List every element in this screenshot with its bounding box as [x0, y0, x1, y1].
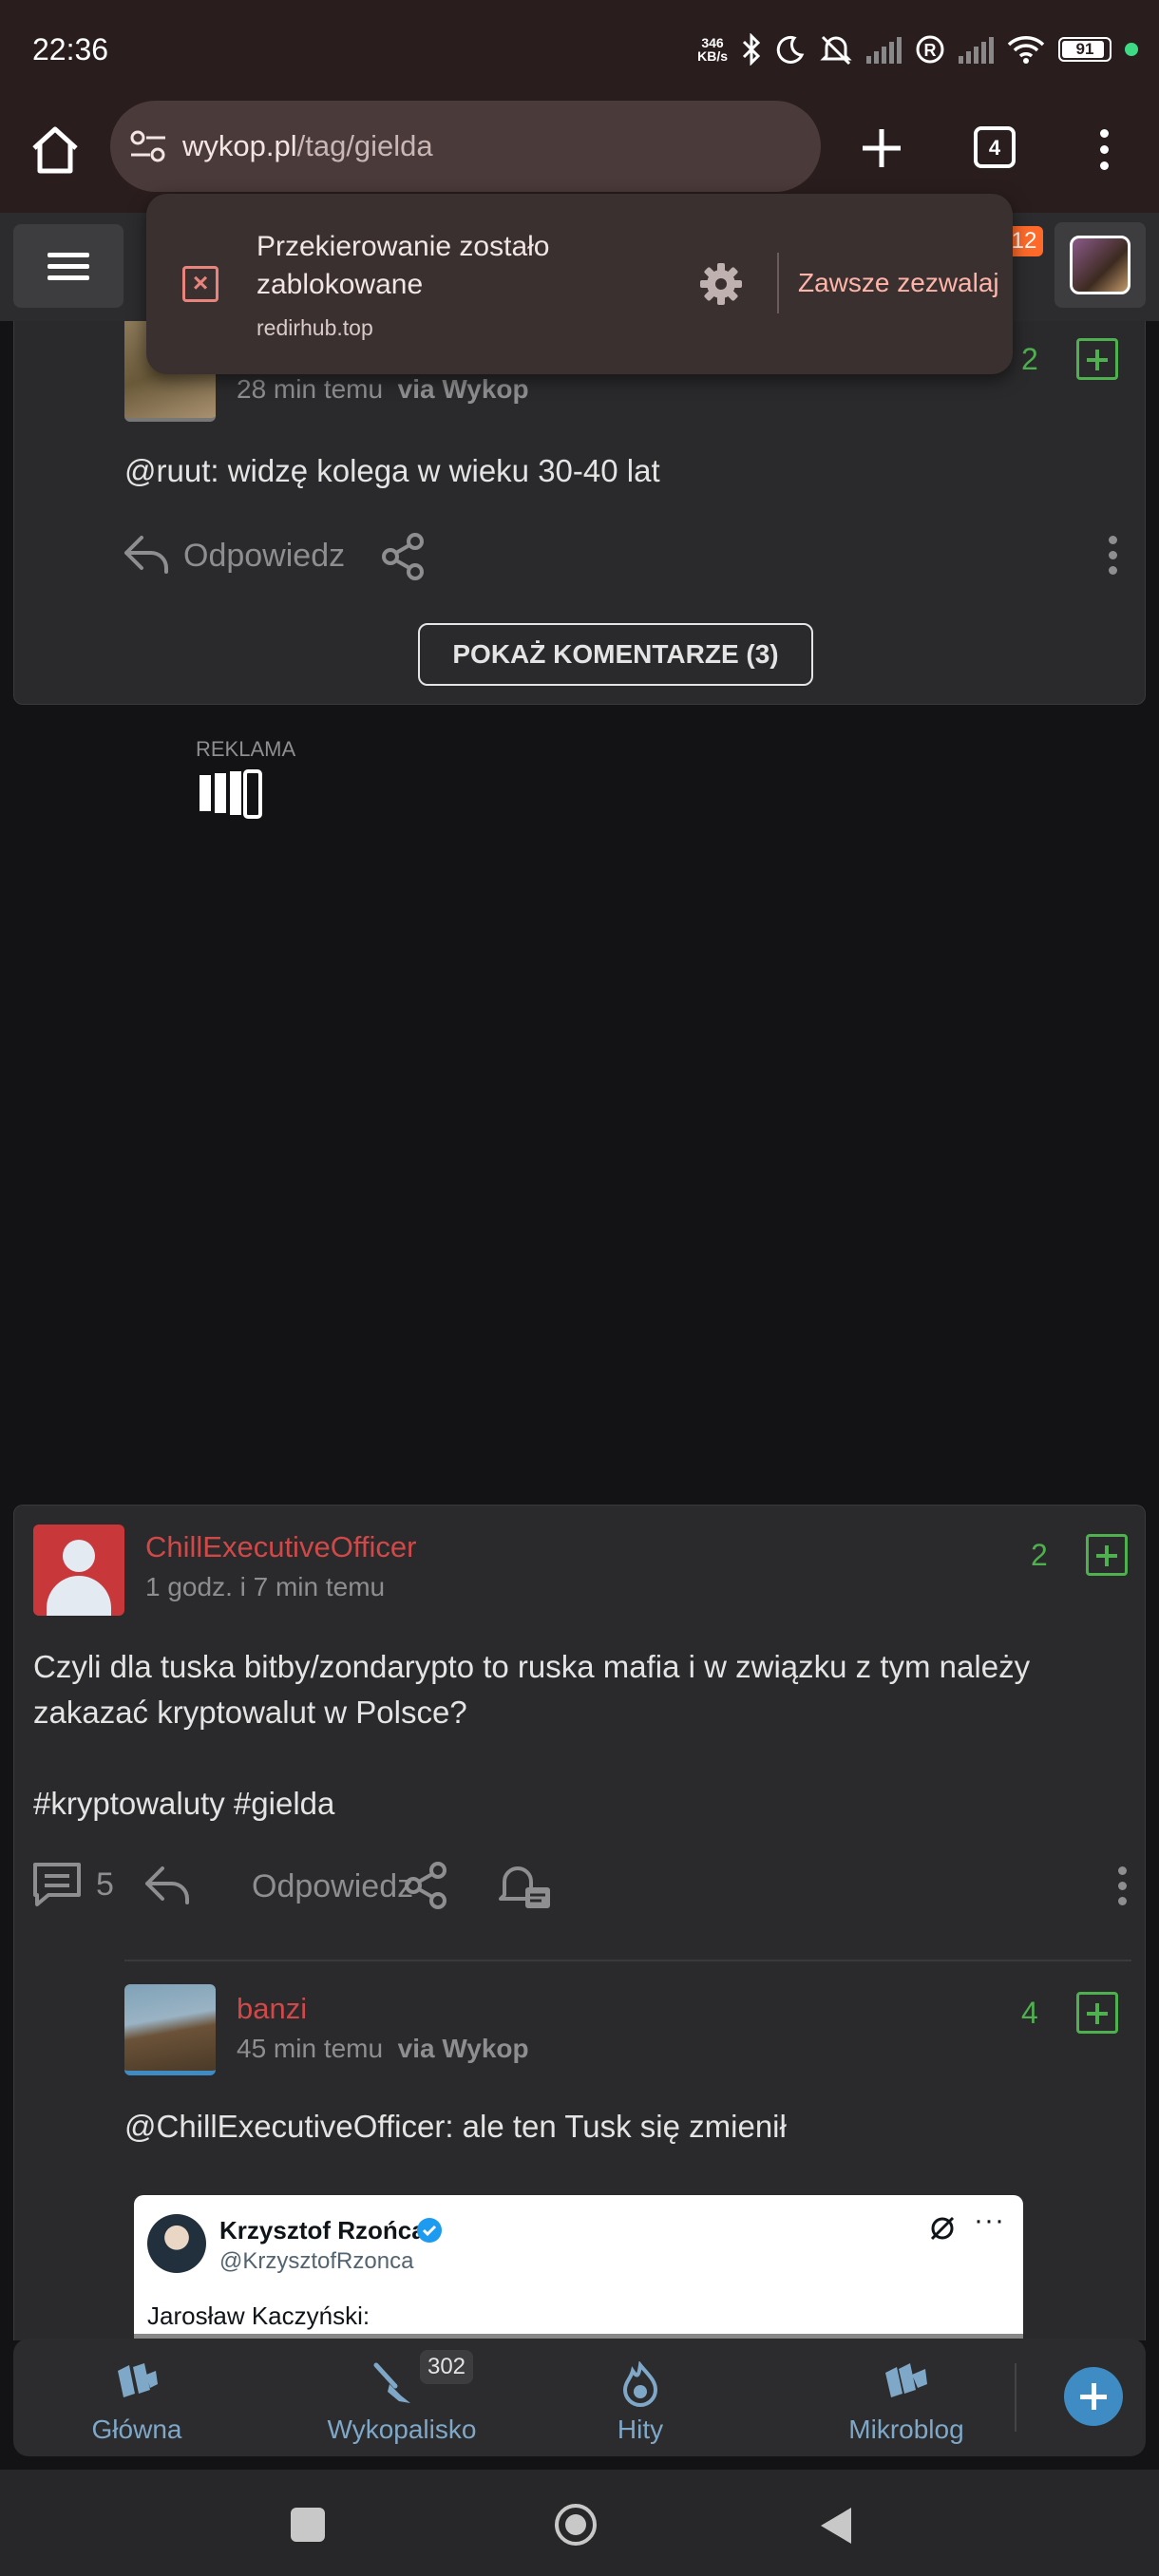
- system-navigation-bar: [0, 2470, 1159, 2576]
- roaming-icon: R: [916, 35, 944, 64]
- vote-count: 4: [1021, 1996, 1038, 2030]
- comments-icon[interactable]: [31, 1861, 83, 1908]
- signal-1-icon: [866, 35, 902, 64]
- shovel-icon: [373, 2362, 410, 2403]
- back-icon[interactable]: [819, 2506, 853, 2546]
- post-time: 1 godz. i 7 min temu: [145, 1572, 386, 1601]
- comment-time: 45 min temu via Wykop: [237, 2034, 529, 2063]
- more-options-icon[interactable]: [1109, 536, 1118, 578]
- share-icon[interactable]: [379, 532, 428, 581]
- home-wykop-icon: [118, 2363, 158, 2397]
- privacy-indicator-dot: [1125, 43, 1138, 56]
- status-icons: 346 KB/s R 91: [697, 28, 1138, 70]
- comment-text: @ChillExecutiveOfficer: ale ten Tusk się…: [124, 2109, 787, 2144]
- upvote-button[interactable]: [1086, 1534, 1128, 1576]
- vote-count: 2: [1021, 342, 1038, 376]
- nav-separator: [1015, 2363, 1016, 2432]
- comment-divider: [124, 1960, 1131, 1961]
- network-speed: 346 KB/s: [697, 35, 728, 64]
- vote-count: 2: [1031, 1538, 1048, 1572]
- grok-icon: [930, 2216, 955, 2241]
- mikroblog-icon: [885, 2363, 927, 2397]
- show-comments-button[interactable]: POKAŻ KOMENTARZE (3): [418, 623, 813, 686]
- embedded-image[interactable]: Krzysztof Rzońca @KrzysztofRzonca ··· Ja…: [134, 2195, 1023, 2340]
- reply-button[interactable]: Odpowiedz: [183, 538, 345, 575]
- status-bar: 22:36 346 KB/s R 91: [0, 0, 1159, 99]
- clock: 22:36: [32, 32, 109, 66]
- post-text: Czyli dla tuska bitby/zondarypto to rusk…: [33, 1649, 1031, 1730]
- upvote-button[interactable]: [1076, 338, 1118, 380]
- author-avatar[interactable]: [33, 1525, 124, 1616]
- redirect-blocked-popup: × Przekierowanie zostało zablokowane red…: [146, 194, 1013, 374]
- wifi-icon: [1007, 36, 1045, 64]
- blocked-redirect-icon: ×: [182, 266, 218, 302]
- tab-switcher-button[interactable]: 4: [974, 126, 1016, 168]
- ad-label: REKLAMA: [196, 737, 296, 761]
- wykopalisko-count-badge: 302: [420, 2350, 473, 2384]
- embed-avatar: [147, 2214, 206, 2273]
- home-icon[interactable]: [27, 122, 84, 179]
- popup-divider: [777, 253, 779, 313]
- popup-title: Przekierowanie zostało zablokowane: [256, 231, 550, 300]
- post-tags[interactable]: #kryptowaluty #gielda: [33, 1781, 334, 1827]
- upvote-button[interactable]: [1076, 1992, 1118, 2034]
- user-avatar-button[interactable]: [1054, 222, 1146, 308]
- mention-link[interactable]: @ChillExecutiveOfficer: [124, 2109, 445, 2144]
- embed-more-icon: ···: [974, 2205, 1005, 2236]
- mute-bell-icon: [820, 35, 852, 66]
- svg-text:R: R: [924, 41, 937, 60]
- site-settings-icon[interactable]: [129, 129, 167, 163]
- comment-author[interactable]: banzi: [237, 1992, 307, 2026]
- home-system-button[interactable]: [555, 2504, 597, 2546]
- mention-link[interactable]: @ruut: [124, 453, 210, 488]
- popup-domain: redirhub.top: [256, 315, 373, 340]
- new-tab-icon[interactable]: [855, 122, 908, 175]
- observe-bell-icon[interactable]: [497, 1859, 554, 1912]
- gear-icon[interactable]: [697, 260, 745, 308]
- embed-handle: @KrzysztofRzonca: [219, 2248, 414, 2274]
- nav-main[interactable]: Główna: [42, 2339, 232, 2456]
- nav-hits[interactable]: Hity: [574, 2339, 707, 2456]
- overflow-menu-icon[interactable]: [1092, 125, 1115, 173]
- moon-icon: [776, 35, 805, 64]
- reply-icon[interactable]: [143, 1863, 191, 1906]
- avatar: [1070, 236, 1130, 294]
- share-icon[interactable]: [402, 1861, 451, 1910]
- battery-icon: 91: [1058, 37, 1112, 62]
- comment-count[interactable]: 5: [96, 1866, 114, 1904]
- signal-2-icon: [959, 35, 994, 64]
- post-card: ChillExecutiveOfficer 1 godz. i 7 min te…: [13, 1505, 1146, 2340]
- flame-icon: [622, 2361, 658, 2407]
- nav-wykopalisko[interactable]: Wykopalisko: [293, 2339, 511, 2456]
- ad-logo-icon[interactable]: [198, 767, 270, 819]
- always-allow-button[interactable]: Zawsze zezwalaj: [798, 268, 999, 298]
- reply-button[interactable]: Odpowiedz: [252, 1868, 413, 1905]
- address-bar[interactable]: wykop.pl/tag/gielda: [110, 101, 821, 192]
- comment-time: 28 min temu via Wykop: [237, 374, 529, 404]
- more-options-icon[interactable]: [1118, 1866, 1128, 1908]
- menu-button[interactable]: [13, 224, 124, 308]
- comment-avatar[interactable]: [124, 1984, 216, 2075]
- bluetooth-icon: [742, 33, 761, 66]
- embed-text: Jarosław Kaczyński:: [147, 2301, 370, 2330]
- comment-text: @ruut: widzę kolega w wieku 30-40 lat: [124, 453, 660, 488]
- bottom-navigation: Główna Wykopalisko 302 Hity Mikroblog: [13, 2339, 1146, 2456]
- recents-button[interactable]: [291, 2508, 325, 2542]
- verified-badge-icon: [417, 2218, 442, 2243]
- embed-name: Krzysztof Rzońca: [219, 2216, 426, 2245]
- url-text: wykop.pl/tag/gielda: [182, 129, 433, 162]
- author-name[interactable]: ChillExecutiveOfficer: [145, 1530, 416, 1564]
- nav-mikroblog[interactable]: Mikroblog: [811, 2339, 1001, 2456]
- reply-icon[interactable]: [123, 532, 170, 576]
- add-content-button[interactable]: [1064, 2367, 1123, 2426]
